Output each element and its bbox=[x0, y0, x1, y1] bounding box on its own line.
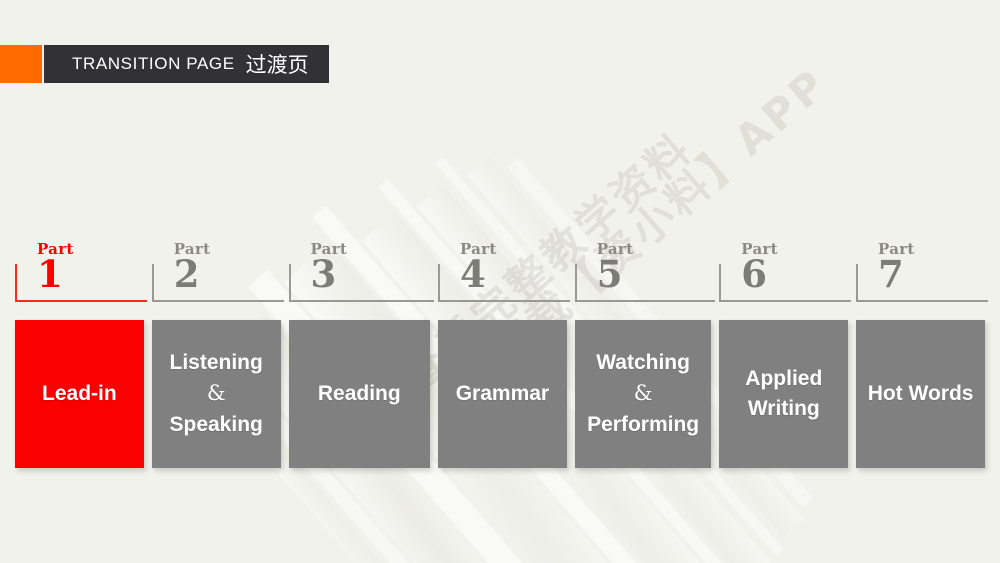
header-banner: TRANSITION PAGE 过渡页 bbox=[0, 45, 329, 83]
section-cards-row: Lead-in Listening & Speaking Reading Grammar W… bbox=[15, 320, 985, 468]
card-label-line: Lead-in bbox=[42, 381, 117, 405]
bracket-vertical-line bbox=[15, 264, 17, 300]
section-card-label: Grammar bbox=[450, 379, 555, 409]
bracket-vertical-line bbox=[437, 264, 440, 300]
part-number-3: 3 bbox=[310, 252, 337, 296]
bracket-vertical-line bbox=[574, 264, 577, 300]
section-card-label: Reading bbox=[312, 379, 407, 409]
card-label-line: Watching bbox=[596, 350, 690, 374]
bracket-horizontal-line bbox=[288, 300, 434, 302]
card-label-line: Applied bbox=[745, 366, 823, 390]
accent-block bbox=[0, 45, 42, 83]
section-card-label: Lead-in bbox=[36, 379, 123, 409]
section-card-label: Hot Words bbox=[862, 379, 980, 409]
section-card-watching--performing[interactable]: Watching & Performing bbox=[574, 320, 712, 468]
part-header-3[interactable]: Part 3 bbox=[288, 240, 438, 312]
bracket-horizontal-line bbox=[574, 300, 715, 302]
part-header-4[interactable]: Part 4 bbox=[437, 240, 575, 312]
section-card-applied-writing[interactable]: Applied Writing bbox=[719, 320, 849, 468]
part-header-6[interactable]: Part 6 bbox=[719, 240, 856, 312]
card-label-line: Grammar bbox=[455, 381, 550, 405]
card-label-line: Reading bbox=[317, 381, 401, 405]
card-label-line: Hot Words bbox=[867, 381, 974, 405]
parts-header-row: Part 1 Part 2 Part 3 Part 4 Part 5 Part 6 Part 7 bbox=[15, 240, 989, 312]
part-header-1[interactable]: Part 1 bbox=[15, 240, 152, 312]
title-bar: TRANSITION PAGE 过渡页 bbox=[44, 45, 329, 83]
bracket-vertical-line bbox=[151, 264, 154, 300]
section-card-label: Watching & Performing bbox=[581, 348, 705, 440]
bracket-vertical-line bbox=[719, 264, 722, 300]
card-label-line: Performing bbox=[587, 412, 700, 436]
part-number-5: 5 bbox=[596, 252, 623, 296]
section-card-reading[interactable]: Reading bbox=[288, 320, 431, 468]
section-card-hotwords[interactable]: Hot Words bbox=[856, 320, 985, 468]
section-card-label: Applied Writing bbox=[739, 364, 828, 425]
bracket-horizontal-line bbox=[15, 300, 147, 302]
part-header-5[interactable]: Part 5 bbox=[574, 240, 720, 312]
part-number-2: 2 bbox=[173, 252, 200, 296]
bracket-vertical-line bbox=[856, 264, 859, 300]
part-number-6: 6 bbox=[741, 252, 768, 296]
bracket-horizontal-line bbox=[856, 300, 989, 302]
section-card-lead-in[interactable]: Lead-in bbox=[15, 320, 144, 468]
card-label-line: & bbox=[633, 381, 653, 406]
page-title-cn: 过渡页 bbox=[245, 53, 309, 77]
card-label-line: Writing bbox=[747, 397, 820, 420]
section-card-label: Listening & Speaking bbox=[163, 348, 268, 440]
bracket-horizontal-line bbox=[437, 300, 570, 302]
card-label-line: & bbox=[206, 381, 226, 406]
part-number-1: 1 bbox=[37, 252, 63, 296]
slide-canvas: 免费查看完整教学资料 请下载【资小料】APP TRANSITION PAGE 过… bbox=[0, 0, 1000, 563]
card-label-line: Listening bbox=[169, 350, 263, 374]
bracket-horizontal-line bbox=[719, 300, 852, 302]
bracket-horizontal-line bbox=[151, 300, 284, 302]
part-header-2[interactable]: Part 2 bbox=[151, 240, 289, 312]
bracket-vertical-line bbox=[288, 264, 291, 300]
section-card-grammar[interactable]: Grammar bbox=[438, 320, 567, 468]
section-card-listening--speaking[interactable]: Listening & Speaking bbox=[151, 320, 281, 468]
part-number-7: 7 bbox=[878, 252, 904, 296]
part-number-4: 4 bbox=[459, 252, 486, 296]
page-title-en: TRANSITION PAGE bbox=[72, 54, 235, 73]
card-label-line: Speaking bbox=[169, 412, 263, 436]
part-header-7[interactable]: Part 7 bbox=[856, 240, 989, 312]
